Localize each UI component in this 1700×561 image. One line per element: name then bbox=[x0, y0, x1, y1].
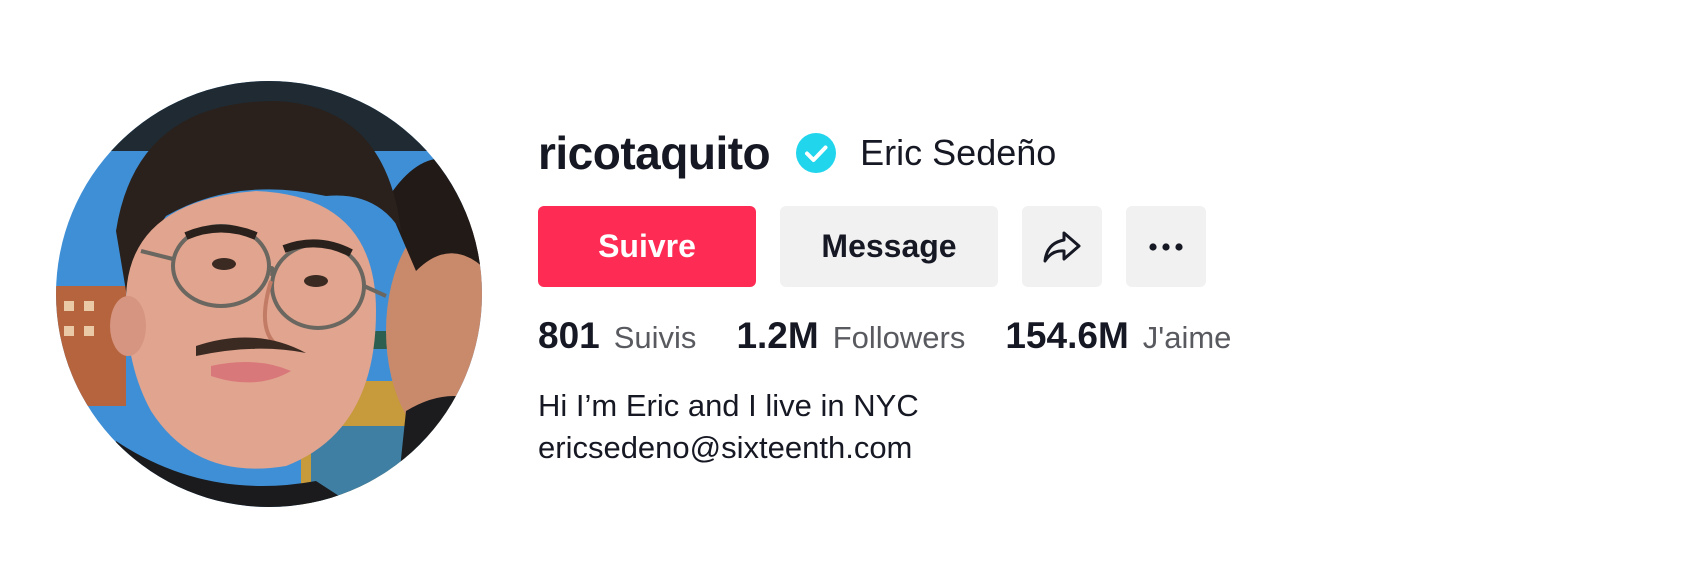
profile-bio: Hi I’m Eric and I live in NYC ericsedeno… bbox=[538, 385, 1638, 469]
profile-info: ricotaquito Eric Sedeño Suivre Message 8… bbox=[538, 122, 1638, 469]
stat-label: Suivis bbox=[613, 320, 697, 355]
stat-label: J'aime bbox=[1142, 320, 1232, 355]
bio-email: ericsedeno@sixteenth.com bbox=[538, 430, 913, 465]
bio-line: Hi I’m Eric and I live in NYC bbox=[538, 388, 919, 423]
profile-action-buttons: Suivre Message bbox=[538, 206, 1638, 287]
stat-value: 154.6M bbox=[1005, 315, 1129, 356]
username: ricotaquito bbox=[538, 127, 771, 179]
stat-label: Followers bbox=[832, 320, 966, 355]
more-options-button[interactable] bbox=[1126, 206, 1206, 287]
follow-button[interactable]: Suivre bbox=[538, 206, 756, 287]
more-icon bbox=[1149, 242, 1183, 251]
profile-avatar[interactable] bbox=[56, 81, 482, 507]
share-icon bbox=[1042, 229, 1082, 265]
share-button[interactable] bbox=[1022, 206, 1102, 287]
avatar-image bbox=[56, 81, 482, 507]
display-name: Eric Sedeño bbox=[860, 132, 1057, 173]
verified-badge-icon bbox=[796, 133, 837, 173]
stat-following[interactable]: 801 Suivis bbox=[538, 315, 696, 357]
stat-value: 801 bbox=[538, 315, 600, 356]
message-button[interactable]: Message bbox=[780, 206, 998, 287]
profile-title-row: ricotaquito Eric Sedeño bbox=[538, 122, 1638, 184]
stat-likes: 154.6M J'aime bbox=[1005, 315, 1231, 357]
profile-stats: 801 Suivis 1.2M Followers 154.6M J'aime bbox=[538, 315, 1638, 359]
stat-followers[interactable]: 1.2M Followers bbox=[736, 315, 965, 357]
stat-value: 1.2M bbox=[736, 315, 819, 356]
